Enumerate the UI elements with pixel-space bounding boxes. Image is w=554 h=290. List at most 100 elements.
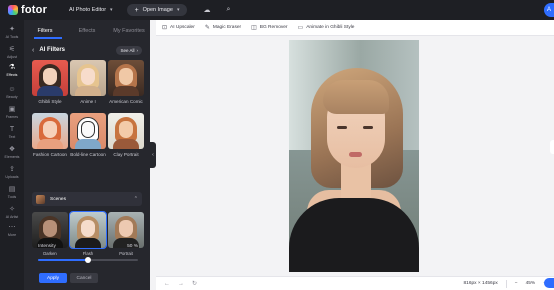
scene-label: Flash (82, 251, 94, 256)
fotor-logo[interactable]: fotor (8, 4, 47, 16)
filter-card-clay-portrait[interactable]: Clay Portrait (108, 113, 144, 158)
filter-label: American Comic (109, 99, 143, 104)
animate-in-ghibli-style-button[interactable]: ▭ Animate in Ghibli Style (298, 24, 355, 31)
photo-top (289, 198, 419, 272)
scenes-label: Scenes (50, 196, 66, 202)
intensity-slider[interactable] (38, 257, 138, 263)
effects-panel: Filters Effects My Favorites ‹ AI Filter… (24, 20, 150, 290)
scene-card-flash[interactable]: Flash (69, 211, 107, 256)
filter-thumbnail (32, 60, 68, 96)
logo-text: fotor (21, 4, 48, 16)
magic-eraser-button[interactable]: ✎ Magic Eraser (205, 24, 241, 31)
scenes-header[interactable]: Scenes ⌃ (32, 192, 142, 206)
ai-filters-header: ‹ AI Filters See All › (32, 44, 142, 56)
more-icon: ⋯ (8, 224, 16, 231)
toolbar-label: AI Upscaler (170, 25, 195, 30)
scene-thumbnail (69, 211, 107, 249)
redo-icon[interactable]: → (178, 281, 184, 287)
magic-eraser-icon: ✎ (204, 25, 210, 31)
filter-thumbnail (70, 60, 106, 96)
editor-label: AI Photo Editor (69, 7, 107, 13)
top-bar: fotor AI Photo Editor ▾ + Open Image ▾ ☁… (0, 0, 554, 20)
rail-item-label: More (7, 233, 17, 237)
avatar-initial: A (546, 7, 551, 13)
filter-card-ghibli-style[interactable]: Ghibli Style (32, 60, 68, 105)
rail-item-text[interactable]: T Text (0, 126, 24, 139)
undo-icon[interactable]: ← (164, 281, 170, 287)
slider-knob[interactable] (85, 257, 91, 263)
editor-switcher[interactable]: AI Photo Editor ▾ (69, 7, 113, 13)
photo-lips (349, 152, 362, 157)
sliders-icon: ⚟ (8, 46, 16, 53)
scene-card-portrait[interactable]: Portrait (108, 212, 144, 256)
right-panel-handle[interactable] (550, 140, 554, 154)
bg-remover-button[interactable]: ◫ BG Remover (251, 24, 287, 31)
filter-label: Fashion Cartoon (33, 152, 67, 157)
ai-upscaler-button[interactable]: ⊡ AI Upscaler (162, 24, 195, 31)
bg-remover-icon: ◫ (251, 25, 257, 31)
scene-label: Darken (43, 251, 57, 256)
toolbar-label: Animate in Ghibli Style (306, 25, 355, 30)
filter-thumbnail (32, 113, 68, 149)
open-image-button[interactable]: + Open Image ▾ (126, 4, 188, 16)
active-tab-indicator (34, 37, 62, 39)
smile-icon: ☺ (8, 86, 16, 93)
photo-eye (363, 126, 373, 129)
cloud-icon[interactable]: ☁ (203, 6, 210, 14)
rail-item-effects[interactable]: ⚗ Effects (0, 64, 24, 77)
section-title: AI Filters (39, 47, 66, 53)
zoom-level[interactable]: 45% (526, 281, 536, 286)
scene-card-darken[interactable]: Darken (32, 212, 68, 256)
filter-label: Ghibli Style (38, 99, 62, 104)
filter-card-american-comic[interactable]: American Comic (108, 60, 144, 105)
text-icon: T (9, 126, 15, 133)
chevron-right-icon: › (136, 47, 139, 53)
rail-item-label: Text (8, 135, 16, 139)
filter-thumbnail (108, 60, 144, 96)
back-arrow-icon[interactable]: ‹ (32, 47, 34, 54)
rail-item-label: Frames (5, 115, 19, 119)
rail-item-label: Uploads (5, 175, 19, 179)
filter-card-bold-line-cartoon[interactable]: Bold-line Cartoon (70, 113, 106, 158)
chevron-left-icon: ‹ (152, 152, 154, 158)
rail-item-label: Elements (4, 155, 20, 159)
slider-fill (38, 259, 88, 261)
rail-item-label: AI Artist (5, 215, 19, 219)
tab-my-favorites[interactable]: My Favorites (108, 20, 150, 40)
scenes-thumbnail (36, 194, 45, 204)
filter-label: Clay Portrait (113, 152, 139, 157)
user-avatar[interactable]: A (544, 3, 554, 17)
cancel-button[interactable]: Cancel (70, 273, 98, 283)
rail-item-tools[interactable]: ▤ Tools (0, 186, 24, 199)
see-all-button[interactable]: See All › (116, 45, 142, 55)
rail-item-ai-artist[interactable]: ✧ AI Artist (0, 206, 24, 219)
rail-item-frames[interactable]: ▣ Frames (0, 106, 24, 119)
flask-icon: ⚗ (8, 64, 16, 71)
reset-icon[interactable]: ↻ (192, 280, 197, 287)
ai-icon: ✧ (9, 206, 15, 213)
rail-item-ai-tools[interactable]: ✦ AI Tools (0, 26, 24, 39)
help-bubble[interactable] (544, 278, 554, 288)
rail-item-beauty[interactable]: ☺ Beauty (0, 86, 24, 99)
filter-card-fashion-cartoon[interactable]: Fashion Cartoon (32, 113, 68, 158)
search-icon[interactable]: ⌕ (226, 6, 230, 14)
see-all-label: See All (120, 47, 135, 53)
zoom-out-icon[interactable]: − (515, 281, 518, 286)
rail-item-label: Effects (6, 73, 18, 77)
rail-item-adjust[interactable]: ⚟ Adjust (0, 46, 24, 59)
open-image-label: Open Image (142, 7, 173, 13)
rail-item-elements[interactable]: ❖ Elements (0, 146, 24, 159)
rail-item-uploads[interactable]: ⇪ Uploads (0, 166, 24, 179)
filter-label: Anime I (80, 99, 96, 104)
intensity-label: Intensity (38, 244, 56, 249)
divider (505, 279, 507, 288)
rail-item-label: Tools (7, 195, 17, 199)
filter-thumbnail (108, 113, 144, 149)
sparkle-icon: ✦ (9, 26, 15, 33)
edited-photo[interactable] (289, 40, 419, 272)
tab-effects[interactable]: Effects (66, 20, 108, 40)
apply-button[interactable]: Apply (39, 273, 67, 283)
filter-card-anime-i[interactable]: Anime I (70, 60, 106, 105)
rail-item-more[interactable]: ⋯ More (0, 224, 24, 237)
scene-label: Portrait (119, 251, 133, 256)
